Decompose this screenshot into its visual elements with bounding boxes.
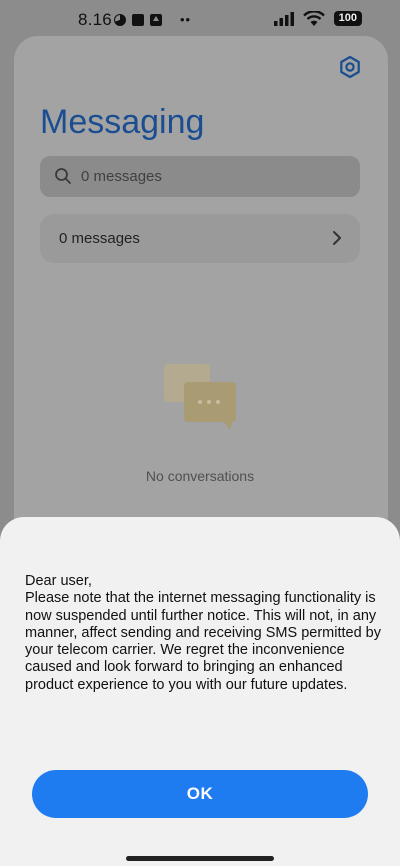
home-indicator[interactable] — [126, 856, 274, 861]
messages-row[interactable]: 0 messages — [40, 214, 360, 263]
screen: 8.16 •• 100 Messaging 0 messages 0 messa… — [0, 0, 400, 866]
status-bar: 8.16 •• 100 — [0, 0, 400, 36]
search-input[interactable]: 0 messages — [40, 156, 360, 197]
dialog-message: Please note that the internet messaging … — [25, 590, 381, 693]
pie-status-icon — [114, 13, 126, 26]
chat-bubbles-icon — [164, 364, 236, 430]
settings-icon[interactable] — [338, 55, 362, 79]
search-icon — [55, 168, 71, 184]
upload-status-icon — [150, 13, 162, 26]
wifi-icon — [303, 11, 325, 26]
status-icons-left: •• — [114, 12, 191, 27]
battery-icon: 100 — [333, 11, 362, 26]
square-status-icon — [132, 13, 144, 26]
messages-row-label: 0 messages — [59, 230, 140, 247]
signal-icon — [274, 12, 294, 26]
notice-dialog: Dear user, Please note that the internet… — [0, 517, 400, 866]
dialog-text: Dear user, Please note that the internet… — [25, 573, 393, 694]
search-placeholder: 0 messages — [81, 168, 162, 185]
page-title: Messaging — [40, 103, 205, 141]
dialog-greeting: Dear user, — [25, 573, 92, 589]
empty-state-label: No conversations — [145, 468, 255, 484]
status-time: 8.16 — [78, 10, 112, 29]
more-dots-icon: •• — [180, 12, 192, 27]
ok-button[interactable]: OK — [32, 770, 368, 818]
chevron-right-icon — [333, 231, 341, 245]
